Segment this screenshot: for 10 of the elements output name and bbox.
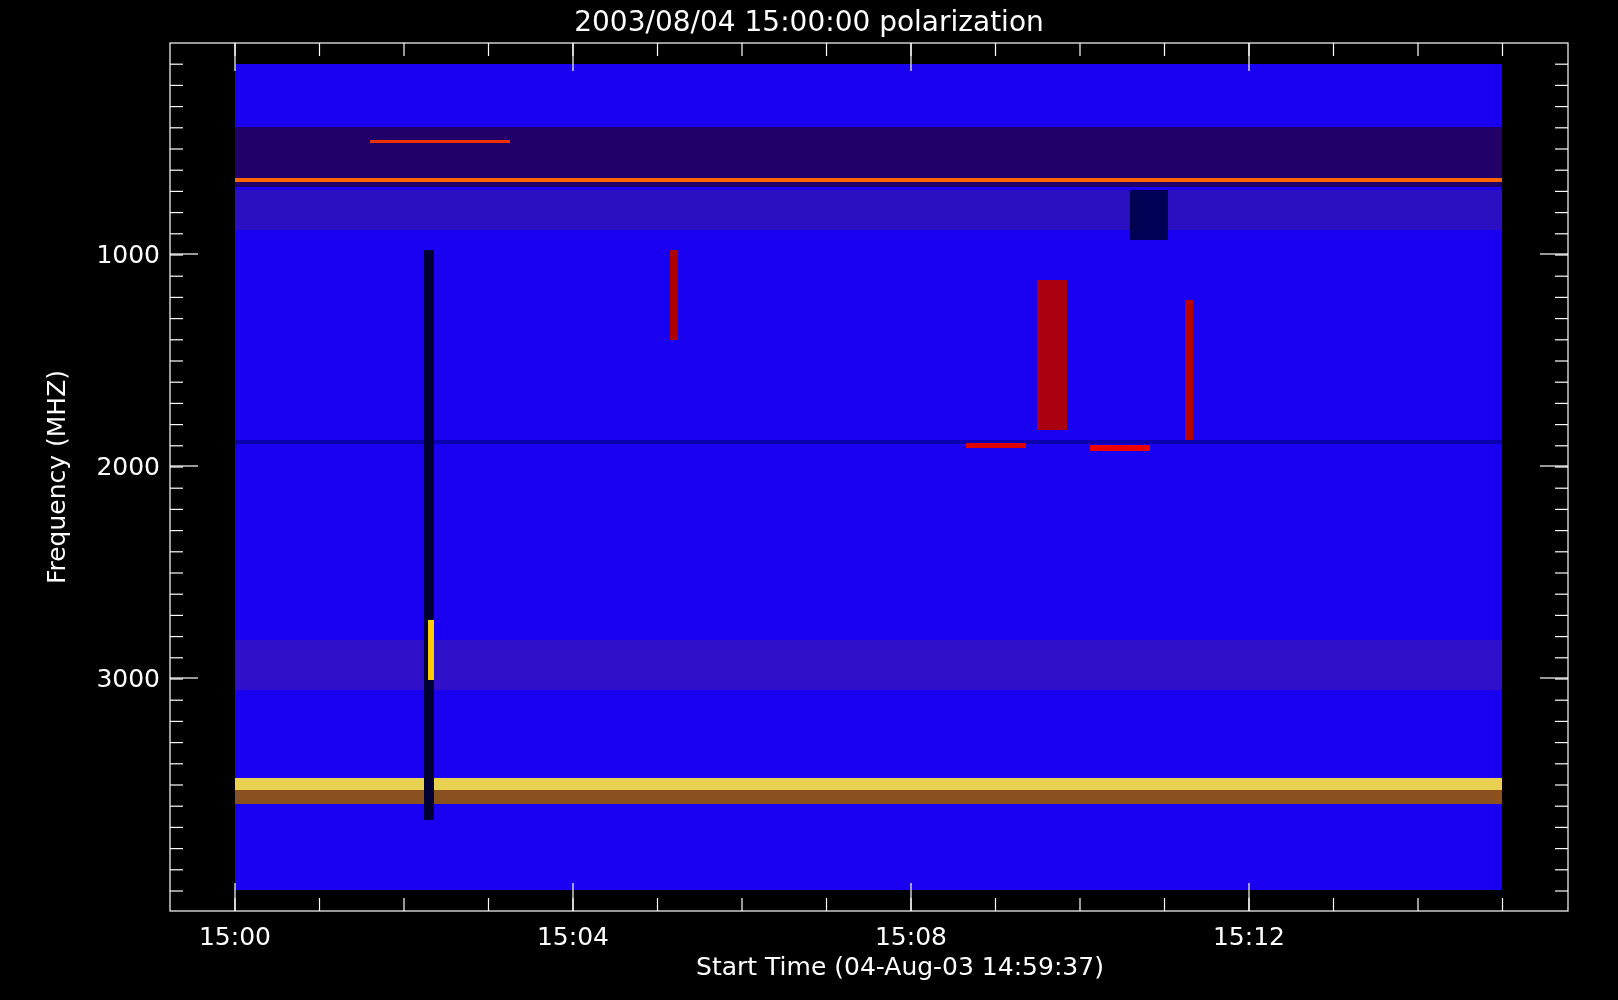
x-axis-label: Start Time (04-Aug-03 14:59:37) xyxy=(696,952,1104,981)
plot-title: 2003/08/04 15:00:00 polarization xyxy=(574,5,1044,38)
x-tick-label: 15:04 xyxy=(537,922,609,951)
y-axis-label: Frequency (MHZ) xyxy=(42,369,71,585)
x-tick-label: 15:00 xyxy=(199,922,271,951)
y-tick-label: 3000 xyxy=(96,664,160,693)
y-tick-label: 1000 xyxy=(96,240,160,269)
y-tick-label: 2000 xyxy=(96,452,160,481)
x-tick-label: 15:08 xyxy=(875,922,947,951)
x-tick-label: 15:12 xyxy=(1213,922,1285,951)
